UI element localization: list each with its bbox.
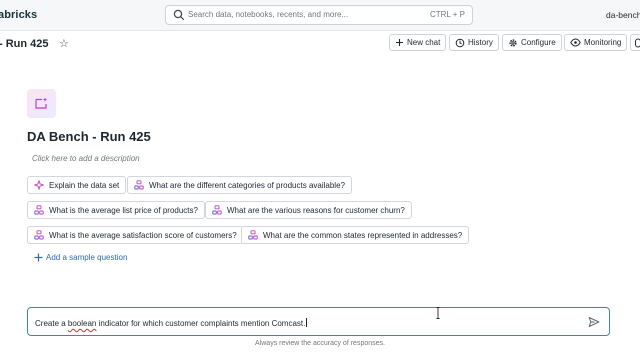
configure-button[interactable]: Configure	[502, 34, 562, 51]
suggestion-label: What are the common states represented i…	[263, 230, 463, 240]
sql-icon	[134, 180, 144, 190]
suggestion-label: What is the average list price of produc…	[49, 205, 198, 215]
space-logo	[27, 89, 56, 118]
add-sample-question-link[interactable]: Add a sample question	[34, 253, 127, 262]
send-icon[interactable]	[588, 316, 600, 328]
chat-sparkle-icon	[35, 97, 48, 109]
chat-input[interactable]: Create a boolean indicator for which cus…	[27, 307, 610, 336]
new-chat-label: New chat	[407, 38, 441, 47]
add-sample-question-label: Add a sample question	[46, 253, 128, 262]
new-chat-button[interactable]: New chat	[389, 34, 447, 51]
suggestion-chip[interactable]: What are the different categories of pro…	[127, 176, 352, 194]
history-button[interactable]: History	[449, 34, 499, 51]
top-bar: abricks Search data, notebooks, recents,…	[0, 0, 640, 31]
sql-icon	[34, 205, 44, 215]
accuracy-disclaimer: Always review the accuracy of responses.	[255, 340, 385, 347]
eye-icon	[570, 38, 581, 47]
more-button[interactable]	[630, 34, 640, 51]
global-search[interactable]: Search data, notebooks, recents, and mor…	[165, 5, 473, 25]
suggestion-label: What are the various reasons for custome…	[227, 205, 405, 215]
title-bar: - Run 425 ☆ New chat History Configure M…	[0, 31, 640, 56]
page-title: - Run 425	[0, 38, 49, 50]
chat-text-part: Create a	[35, 319, 68, 328]
mouse-cursor-ibeam	[436, 307, 440, 319]
user-menu[interactable]: da-bench	[606, 10, 640, 20]
suggestion-label: Explain the data set	[49, 180, 120, 190]
history-icon	[455, 38, 465, 47]
sparkle-icon	[34, 180, 44, 190]
suggestion-chip[interactable]: What is the average satisfaction score o…	[27, 226, 244, 244]
clip-icon	[635, 38, 640, 47]
misspelled-word: boolean	[67, 319, 97, 328]
suggestion-label: What is the average satisfaction score o…	[49, 230, 237, 240]
star-icon[interactable]: ☆	[59, 37, 69, 50]
text-caret	[306, 318, 308, 327]
description-field[interactable]: Click here to add a description	[32, 154, 140, 163]
space-title: DA Bench - Run 425	[27, 129, 151, 144]
suggestion-chip[interactable]: Explain the data set	[27, 176, 127, 194]
search-icon	[173, 9, 185, 21]
monitoring-button[interactable]: Monitoring	[564, 34, 628, 51]
sql-icon	[248, 230, 258, 240]
history-label: History	[468, 38, 493, 47]
chat-input-text[interactable]: Create a boolean indicator for which cus…	[35, 318, 308, 328]
sql-icon	[212, 205, 222, 215]
suggestion-chip[interactable]: What are the common states represented i…	[241, 226, 470, 244]
monitoring-label: Monitoring	[584, 38, 622, 47]
search-shortcut: CTRL + P	[429, 10, 465, 19]
configure-label: Configure	[521, 38, 556, 47]
brand-logo-text[interactable]: abricks	[0, 9, 37, 21]
sql-icon	[34, 230, 44, 240]
chat-text-part: indicator for which customer complaints …	[96, 319, 306, 328]
suggestion-chip[interactable]: What are the various reasons for custome…	[205, 201, 412, 219]
suggestion-chip[interactable]: What is the average list price of produc…	[27, 201, 205, 219]
search-input[interactable]: Search data, notebooks, recents, and mor…	[188, 10, 348, 19]
gear-icon	[509, 38, 517, 47]
plus-icon	[34, 253, 43, 262]
suggestion-label: What are the different categories of pro…	[149, 180, 345, 190]
plus-icon	[396, 39, 403, 46]
